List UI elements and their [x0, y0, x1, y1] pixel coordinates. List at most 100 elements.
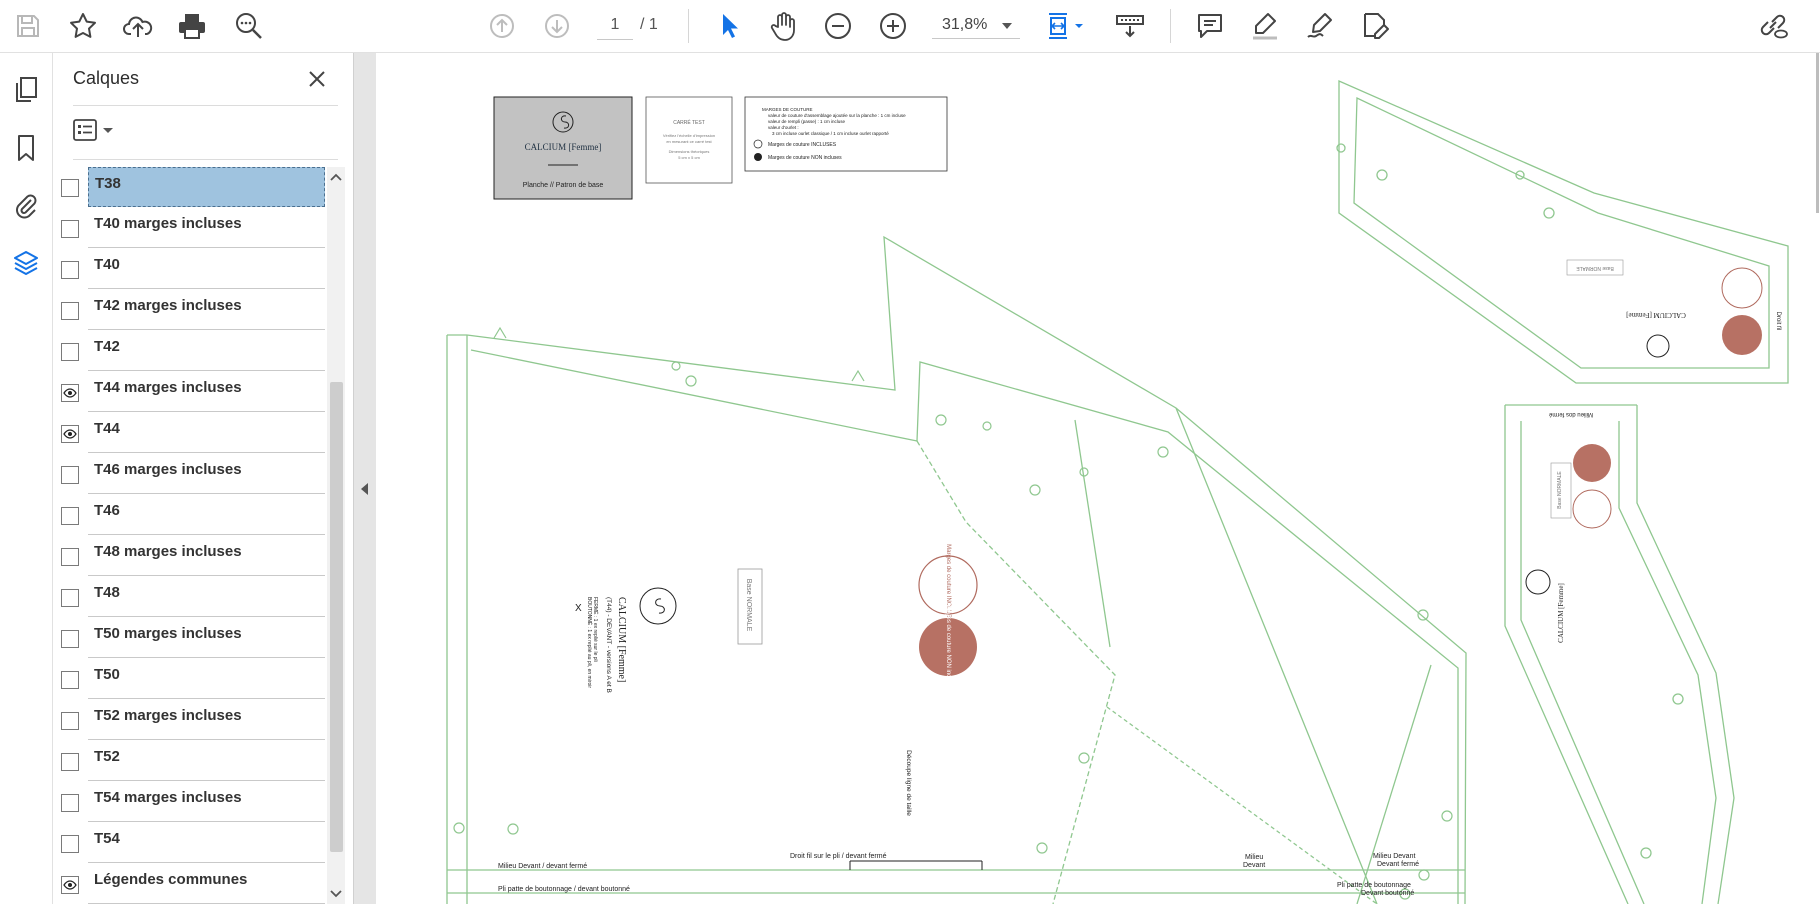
pattern-page: CALCIUM [Femme] Planche // Patron de bas… [446, 80, 1789, 904]
layer-visibility-toggle[interactable] [61, 261, 79, 279]
grain-right-label: Droit fil [1775, 312, 1781, 331]
zoom-out-icon[interactable] [821, 9, 855, 43]
layer-label: T46 marges incluses [88, 454, 325, 494]
layer-row[interactable]: T54 marges incluses [53, 782, 325, 823]
document-scrollbar[interactable] [1814, 53, 1820, 904]
hand-tool-icon[interactable] [767, 9, 801, 43]
layer-row[interactable]: T40 marges incluses [53, 208, 325, 249]
front-piece-name: (T44) - DEVANT - versions A et B [605, 597, 612, 693]
milieu-devant-label: Milieu Devant [1373, 853, 1415, 860]
layer-visibility-toggle[interactable] [61, 835, 79, 853]
next-page-icon[interactable] [540, 9, 574, 43]
chevron-down-icon [1002, 23, 1012, 29]
eye-icon [63, 388, 77, 398]
scroll-down-icon[interactable] [329, 887, 343, 901]
layer-visibility-toggle[interactable] [61, 507, 79, 525]
search-zoom-icon[interactable] [232, 9, 266, 43]
brand-box: CALCIUM [Femme] Planche // Patron de bas… [493, 96, 633, 200]
highlight-pen-icon[interactable] [1248, 9, 1282, 43]
scrollbar-thumb[interactable] [1816, 53, 1819, 213]
select-cursor-icon[interactable] [713, 9, 747, 43]
attachment-icon[interactable] [9, 188, 43, 222]
collar-base-label: Base NORMALE [1557, 471, 1563, 509]
seam-circles: Marges de couture INCLUSES Marges de cou… [918, 544, 978, 691]
layers-list: T38 T40 marges incluses T40 T42 marges incl… [53, 167, 325, 904]
layer-visibility-toggle[interactable] [61, 876, 79, 894]
yoke-brand: CALCIUM [Femme] [1626, 311, 1686, 319]
layer-row[interactable]: T44 marges incluses [53, 372, 325, 413]
layer-row[interactable]: T48 marges incluses [53, 536, 325, 577]
layer-visibility-toggle[interactable] [61, 548, 79, 566]
share-link-icon[interactable] [1756, 9, 1790, 43]
pages-thumbnail-icon[interactable] [9, 73, 43, 107]
layer-visibility-toggle[interactable] [61, 425, 79, 443]
cloud-upload-icon[interactable] [121, 9, 155, 43]
edit-document-icon[interactable] [1358, 9, 1392, 43]
layers-icon[interactable] [9, 246, 43, 280]
layer-row[interactable]: T50 [53, 659, 325, 700]
layer-row[interactable]: T42 marges incluses [53, 290, 325, 331]
zoom-in-icon[interactable] [876, 9, 910, 43]
divider [73, 159, 338, 160]
layer-row[interactable]: T44 [53, 413, 325, 454]
layer-label: T50 [88, 659, 325, 699]
layer-row[interactable]: Légendes communes [53, 864, 325, 904]
document-view[interactable]: CALCIUM [Femme] Planche // Patron de bas… [376, 53, 1820, 904]
previous-page-icon[interactable] [485, 9, 519, 43]
eye-icon [63, 429, 77, 439]
layer-visibility-toggle[interactable] [61, 753, 79, 771]
layer-visibility-toggle[interactable] [61, 589, 79, 607]
legend-bullet-4: 3 cm incluse ourlet classique / 1 cm inc… [772, 131, 889, 136]
layer-visibility-toggle[interactable] [61, 630, 79, 648]
layer-visibility-toggle[interactable] [61, 384, 79, 402]
layer-visibility-toggle[interactable] [61, 343, 79, 361]
layer-row[interactable]: T38 [53, 167, 325, 208]
scroll-up-icon[interactable] [329, 170, 343, 184]
front-piece-brand: CALCIUM [Femme] [616, 597, 627, 682]
test-square-line1: Vérifiez l'échelle d'impression [663, 133, 715, 138]
bookmark-icon[interactable] [9, 131, 43, 165]
layer-visibility-toggle[interactable] [61, 794, 79, 812]
layer-row[interactable]: T50 marges incluses [53, 618, 325, 659]
layer-options-menu[interactable] [73, 115, 123, 145]
draw-sign-icon[interactable] [1303, 9, 1337, 43]
front-piece-label: CALCIUM [Femme] (T44) - DEVANT - version… [586, 597, 627, 693]
layer-row[interactable]: T52 marges incluses [53, 700, 325, 741]
layer-label: T42 [88, 331, 325, 371]
legend-bullet-2: valeur de rempli (passe) : 1 cm incluse [768, 119, 846, 124]
layer-label: T48 [88, 577, 325, 617]
bookmark-star-icon[interactable] [66, 9, 100, 43]
divider [73, 105, 338, 106]
page-number-input[interactable]: 1 [597, 11, 633, 40]
panel-collapse-toggle[interactable] [353, 53, 376, 904]
layer-visibility-toggle[interactable] [61, 302, 79, 320]
layer-visibility-toggle[interactable] [61, 179, 79, 197]
scroll-mode-icon[interactable] [1113, 9, 1147, 43]
layer-label: Légendes communes [88, 864, 325, 904]
fit-page-icon[interactable] [1043, 9, 1089, 43]
back-yoke-piece [1336, 80, 1789, 384]
layer-row[interactable]: T48 [53, 577, 325, 618]
save-icon[interactable] [11, 9, 45, 43]
legend-not-included: Marges de couture NON incluses [768, 155, 842, 161]
layer-label: T44 [88, 413, 325, 453]
layer-row[interactable]: T54 [53, 823, 325, 864]
cut-mark: X [575, 603, 582, 614]
layer-visibility-toggle[interactable] [61, 712, 79, 730]
layer-row[interactable]: T46 marges incluses [53, 454, 325, 495]
pli-patte-label: Pli patte de boutonnage [1337, 882, 1411, 889]
layer-row[interactable]: T42 [53, 331, 325, 372]
layer-row[interactable]: T46 [53, 495, 325, 536]
zoom-level-select[interactable]: 31,8% [932, 11, 1020, 39]
layer-row[interactable]: T40 [53, 249, 325, 290]
comment-icon[interactable] [1193, 9, 1227, 43]
layer-row[interactable]: T52 [53, 741, 325, 782]
scrollbar-thumb[interactable] [330, 382, 343, 852]
close-icon[interactable] [303, 65, 331, 93]
print-icon[interactable] [175, 9, 209, 43]
layer-visibility-toggle[interactable] [61, 220, 79, 238]
layer-visibility-toggle[interactable] [61, 466, 79, 484]
layer-visibility-toggle[interactable] [61, 671, 79, 689]
layers-scrollbar[interactable] [327, 167, 345, 904]
zoom-value: 31,8% [942, 16, 988, 33]
